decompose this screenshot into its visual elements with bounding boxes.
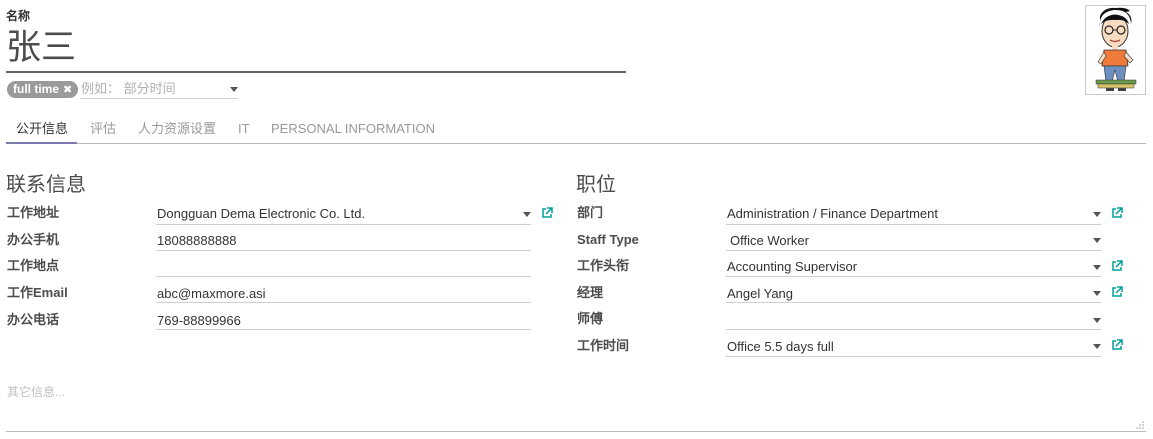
tag-label: full time xyxy=(13,82,60,96)
work-location-underline xyxy=(156,276,531,277)
name-underline xyxy=(6,71,626,73)
work-phone-underline xyxy=(156,329,531,330)
department-label: 部门 xyxy=(577,205,604,220)
manager-select[interactable]: Angel Yang xyxy=(727,286,793,302)
coach-label: 师傅 xyxy=(577,311,604,326)
department-underline xyxy=(726,224,1101,225)
tab-it[interactable]: IT xyxy=(238,121,250,137)
notes-textarea[interactable]: 其它信息... xyxy=(7,383,65,400)
tag-badge: full time ✖ xyxy=(7,81,79,98)
job-title-underline xyxy=(726,276,1101,277)
staff-type-select[interactable]: Office Worker xyxy=(730,233,809,249)
tags-input[interactable]: 例如： 部分时间 xyxy=(81,81,236,97)
work-address-label: 工作地址 xyxy=(7,205,60,220)
cartoon-person-icon xyxy=(1095,7,1137,91)
tabs-divider xyxy=(6,143,1146,144)
working-hours-dropdown-icon[interactable] xyxy=(1093,344,1101,349)
tab-public-info[interactable]: 公开信息 xyxy=(16,121,68,137)
active-tab-indicator xyxy=(6,142,77,144)
department-dropdown-icon[interactable] xyxy=(1093,212,1101,217)
staff-type-dropdown-icon[interactable] xyxy=(1093,238,1101,243)
external-link-icon[interactable] xyxy=(1111,260,1123,272)
employee-name-input[interactable]: 张三 xyxy=(6,27,76,69)
name-label: 名称 xyxy=(6,9,31,23)
working-hours-select[interactable]: Office 5.5 days full xyxy=(727,339,834,355)
external-link-icon[interactable] xyxy=(541,207,553,219)
tab-hr-settings[interactable]: 人力资源设置 xyxy=(138,121,216,137)
position-section-title: 职位 xyxy=(576,174,616,196)
working-hours-label: 工作时间 xyxy=(577,338,630,353)
job-title-select[interactable]: Accounting Supervisor xyxy=(727,259,857,275)
tab-appraisal[interactable]: 评估 xyxy=(90,121,116,137)
work-email-input[interactable]: abc@maxmore.asi xyxy=(157,286,266,302)
staff-type-underline xyxy=(726,250,1101,251)
job-title-dropdown-icon[interactable] xyxy=(1093,265,1101,270)
coach-underline xyxy=(726,329,1101,330)
job-title-label: 工作头衔 xyxy=(577,258,630,273)
tags-dropdown-icon[interactable] xyxy=(230,87,238,92)
work-email-underline xyxy=(156,302,531,303)
work-location-label: 工作地点 xyxy=(7,258,60,273)
work-address-dropdown-icon[interactable] xyxy=(523,212,531,217)
manager-label: 经理 xyxy=(577,285,604,300)
resize-handle-icon[interactable] xyxy=(1135,420,1144,429)
work-mobile-underline xyxy=(156,250,531,251)
working-hours-underline xyxy=(726,356,1101,357)
tags-underline xyxy=(80,98,238,99)
manager-underline xyxy=(726,302,1101,303)
work-email-label: 工作Email xyxy=(7,285,68,300)
contact-section-title: 联系信息 xyxy=(6,174,86,196)
coach-dropdown-icon[interactable] xyxy=(1093,318,1101,323)
tag-remove-icon[interactable]: ✖ xyxy=(63,84,72,96)
work-mobile-label: 办公手机 xyxy=(7,232,60,247)
staff-type-label: Staff Type xyxy=(577,232,639,247)
external-link-icon[interactable] xyxy=(1111,286,1123,298)
department-select[interactable]: Administration / Finance Department xyxy=(727,206,938,222)
notes-underline xyxy=(6,431,1146,432)
work-address-input[interactable]: Dongguan Dema Electronic Co. Ltd. xyxy=(157,206,365,222)
external-link-icon[interactable] xyxy=(1111,339,1123,351)
external-link-icon[interactable] xyxy=(1111,207,1123,219)
work-phone-input[interactable]: 769-88899966 xyxy=(157,313,241,329)
work-phone-label: 办公电话 xyxy=(7,312,60,327)
manager-dropdown-icon[interactable] xyxy=(1093,291,1101,296)
employee-avatar[interactable] xyxy=(1085,5,1146,95)
work-mobile-input[interactable]: 18088888888 xyxy=(157,233,237,249)
work-address-underline xyxy=(156,224,531,225)
tab-personal-information[interactable]: PERSONAL INFORMATION xyxy=(271,121,435,137)
